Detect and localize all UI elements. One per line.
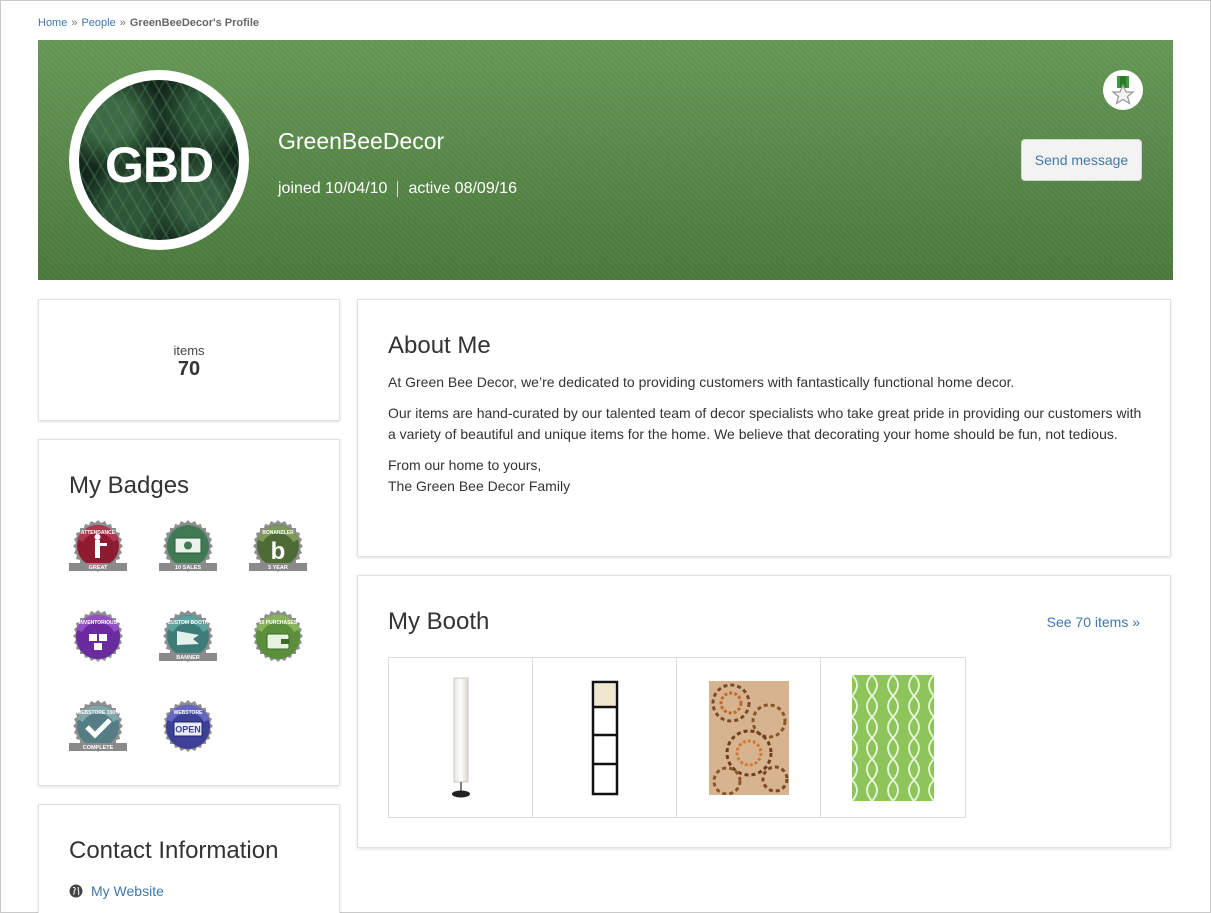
signoff-line: The Green Bee Decor Family bbox=[388, 478, 571, 494]
about-paragraph: At Green Bee Decor, we’re dedicated to p… bbox=[388, 374, 1015, 390]
breadcrumb-separator: » bbox=[71, 17, 78, 29]
inventorious-badge-icon[interactable]: INVENTORIOUS bbox=[67, 607, 129, 669]
badge-bottom-text: 10 SALES bbox=[175, 565, 201, 571]
badge-bottom-text: 5 YEAR bbox=[268, 565, 288, 571]
floor-lamp-image bbox=[451, 677, 470, 797]
breadcrumb-home-link[interactable]: Home bbox=[38, 17, 67, 29]
items-count: 70 bbox=[177, 358, 201, 380]
about-signoff: From our home to yours, The Green Bee De… bbox=[388, 455, 1148, 497]
active-date: active 08/09/16 bbox=[408, 180, 517, 197]
badges-title: My Badges bbox=[69, 472, 190, 499]
about-body: At Green Bee Decor, we’re dedicated to p… bbox=[388, 372, 1148, 507]
website-link[interactable]: My Website bbox=[91, 883, 164, 899]
about-title: About Me bbox=[388, 332, 491, 359]
swirl-rug-image bbox=[708, 680, 789, 795]
bonanzler-badge-icon[interactable]: BONANZLER b 5 YEAR bbox=[247, 517, 309, 579]
svg-text:b: b bbox=[271, 538, 286, 565]
dates-divider bbox=[397, 181, 399, 197]
booth-item[interactable] bbox=[389, 658, 533, 817]
breadcrumb-separator: » bbox=[119, 17, 126, 29]
breadcrumb-people-link[interactable]: People bbox=[81, 17, 115, 29]
profile-name: GreenBeeDecor bbox=[278, 128, 445, 154]
profile-banner: GBD GreenBeeDecor joined 10/04/10 active… bbox=[38, 40, 1173, 280]
avatar: GBD bbox=[69, 70, 249, 250]
booth-item[interactable] bbox=[533, 658, 677, 817]
send-message-button[interactable]: Send message bbox=[1021, 139, 1142, 181]
badge-top-text: WEBSTORE 100% bbox=[77, 710, 121, 716]
contact-title: Contact Information bbox=[69, 837, 279, 864]
breadcrumb: Home» People» GreenBeeDecor's Profile bbox=[38, 17, 259, 29]
ten-purchases-badge-icon[interactable]: 10 PURCHASES bbox=[247, 607, 309, 669]
badge-bottom-text: GREAT bbox=[89, 565, 108, 571]
avatar-image: GBD bbox=[79, 80, 239, 240]
badge-top-text: 10 PURCHASES bbox=[259, 620, 298, 626]
badge-top-text: CUSTOM BOOTH bbox=[167, 620, 208, 626]
booth-grid bbox=[388, 657, 966, 818]
badge-bottom-text: OPEN bbox=[175, 725, 201, 735]
badge-top-text: INVENTORIOUS bbox=[79, 620, 118, 626]
badge-top-text: WEBSTORE bbox=[174, 710, 203, 716]
custom-booth-badge-icon[interactable]: CUSTOM BOOTH BANNER bbox=[157, 607, 219, 669]
booth-item[interactable] bbox=[677, 658, 821, 817]
badge-bottom-text: BANNER bbox=[176, 655, 200, 661]
joined-date: joined 10/04/10 bbox=[278, 180, 388, 197]
globe-icon bbox=[69, 884, 83, 898]
shelf-floor-lamp-image bbox=[591, 680, 618, 795]
booth-item[interactable] bbox=[821, 658, 965, 817]
webstore-open-badge-icon[interactable]: WEBSTORE OPEN bbox=[157, 697, 219, 759]
booth-title: My Booth bbox=[388, 608, 490, 635]
booth-card: My Booth See 70 items » bbox=[357, 575, 1171, 848]
breadcrumb-current: GreenBeeDecor's Profile bbox=[129, 17, 260, 29]
items-label: items bbox=[173, 343, 205, 358]
avatar-initials: GBD bbox=[104, 137, 214, 193]
green-trellis-rug-image bbox=[852, 674, 934, 801]
badge-grid: ATTENDANCE GREAT 10 SALES BONANZLER b 5 … bbox=[67, 517, 317, 787]
about-card: About Me At Green Bee Decor, we’re dedic… bbox=[357, 299, 1171, 557]
ten-sales-badge-icon[interactable]: 10 SALES bbox=[157, 517, 219, 579]
contact-card: Contact Information My Website bbox=[38, 804, 340, 913]
signoff-line: From our home to yours, bbox=[388, 457, 542, 473]
website-row: My Website bbox=[69, 883, 164, 899]
profile-dates: joined 10/04/10 active 08/09/16 bbox=[278, 180, 517, 198]
badge-bottom-text: COMPLETE bbox=[83, 745, 114, 751]
badge-top-text: BONANZLER bbox=[262, 530, 294, 536]
medal-icon[interactable] bbox=[1103, 70, 1143, 110]
items-stat-card: items 70 bbox=[38, 299, 340, 421]
webstore-complete-badge-icon[interactable]: WEBSTORE 100% COMPLETE bbox=[67, 697, 129, 759]
see-all-items-link[interactable]: See 70 items » bbox=[1047, 614, 1140, 630]
badges-card: My Badges ATTENDANCE GREAT 10 SALES BONA… bbox=[38, 439, 340, 786]
about-paragraph: Our items are hand-curated by our talent… bbox=[388, 405, 1142, 442]
attendance-badge-icon[interactable]: ATTENDANCE GREAT bbox=[67, 517, 129, 579]
